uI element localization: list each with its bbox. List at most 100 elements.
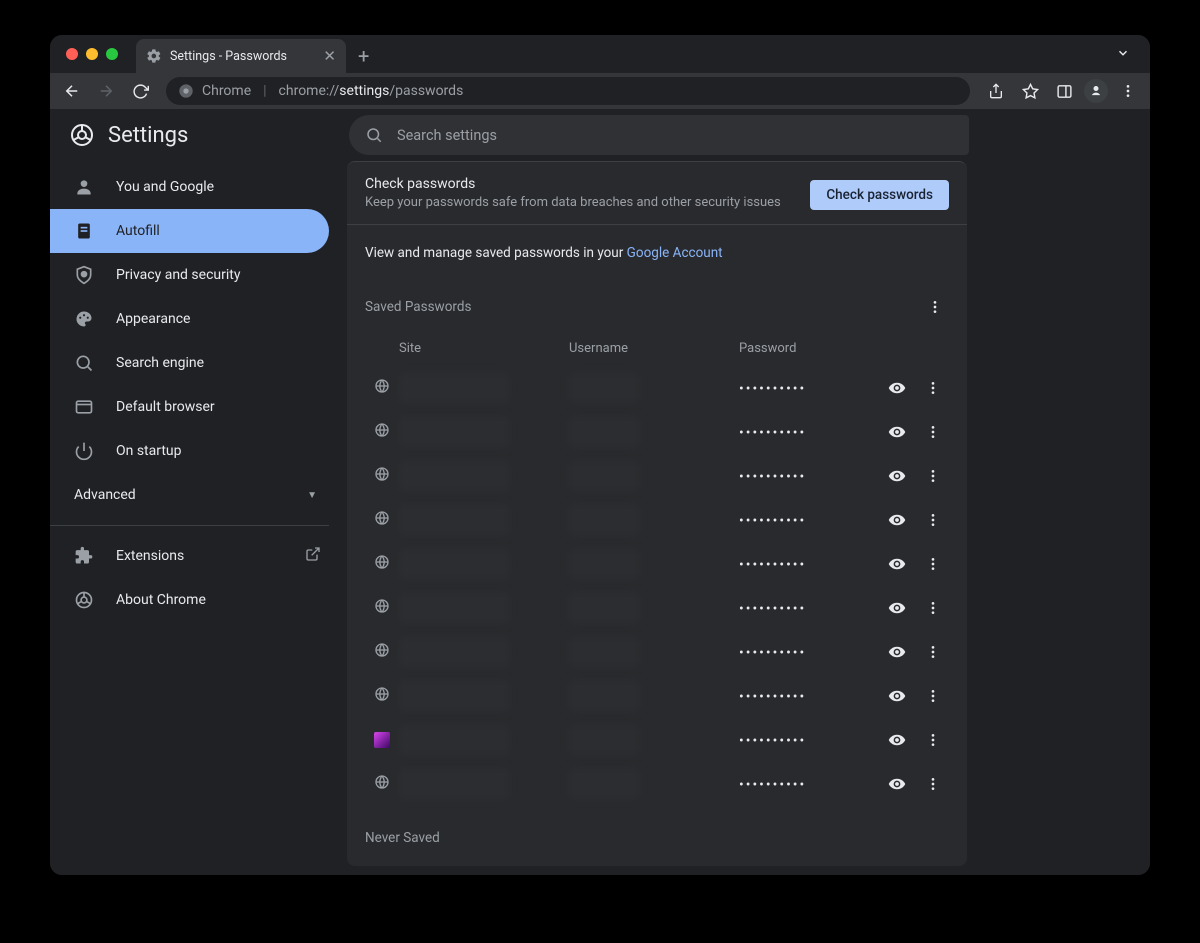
profile-avatar[interactable] (1084, 79, 1108, 103)
show-password-button[interactable] (881, 724, 913, 756)
minimize-window-button[interactable] (86, 48, 98, 60)
password-masked: •••••••••• (739, 423, 881, 441)
password-row-more-button[interactable] (917, 372, 949, 404)
forward-button[interactable] (92, 77, 120, 105)
app-header: Settings (50, 109, 347, 161)
browser-icon (74, 397, 94, 417)
password-site (399, 417, 569, 447)
globe-icon (374, 686, 390, 706)
advanced-toggle[interactable]: Advanced ▼ (50, 473, 347, 517)
password-row[interactable]: •••••••••• (347, 674, 967, 718)
address-bar[interactable]: Chrome | chrome://settings/passwords (166, 77, 970, 105)
sidebar-item-label: Extensions (116, 548, 184, 564)
password-site (399, 593, 569, 623)
globe-icon (374, 774, 390, 794)
search-icon (74, 353, 94, 373)
share-button[interactable] (982, 77, 1010, 105)
password-row-more-button[interactable] (917, 504, 949, 536)
password-username (569, 505, 739, 535)
show-password-button[interactable] (881, 548, 913, 580)
new-tab-button[interactable]: + (346, 39, 381, 73)
tab-strip: Settings - Passwords ✕ + (136, 35, 381, 73)
maximize-window-button[interactable] (106, 48, 118, 60)
site-favicon (374, 732, 390, 748)
password-username (569, 373, 739, 403)
password-row-more-button[interactable] (917, 768, 949, 800)
main-column: Check passwords Keep your passwords safe… (347, 109, 1150, 875)
palette-icon (74, 309, 94, 329)
globe-icon (374, 642, 390, 662)
password-row-more-button[interactable] (917, 548, 949, 580)
show-password-button[interactable] (881, 636, 913, 668)
search-settings-box[interactable] (349, 115, 969, 155)
close-window-button[interactable] (66, 48, 78, 60)
autofill-icon (74, 221, 94, 241)
back-button[interactable] (58, 77, 86, 105)
sidebar-item-label: About Chrome (116, 592, 206, 608)
password-row-more-button[interactable] (917, 592, 949, 624)
password-row-more-button[interactable] (917, 636, 949, 668)
tabs-dropdown-button[interactable] (1106, 45, 1140, 64)
password-row-more-button[interactable] (917, 724, 949, 756)
password-masked: •••••••••• (739, 599, 881, 617)
password-row[interactable]: •••••••••• (347, 542, 967, 586)
password-row[interactable]: •••••••••• (347, 454, 967, 498)
show-password-button[interactable] (881, 592, 913, 624)
password-row[interactable]: •••••••••• (347, 366, 967, 410)
password-row-more-button[interactable] (917, 680, 949, 712)
reload-button[interactable] (126, 77, 154, 105)
browser-menu-button[interactable] (1114, 77, 1142, 105)
page-title: Settings (108, 123, 188, 148)
password-username (569, 417, 739, 447)
password-site (399, 725, 569, 755)
sidebar-item-default-browser[interactable]: Default browser (50, 385, 329, 429)
password-masked: •••••••••• (739, 379, 881, 397)
password-username (569, 461, 739, 491)
close-tab-icon[interactable]: ✕ (323, 47, 336, 65)
password-row[interactable]: •••••••••• (347, 762, 967, 806)
main-scroll[interactable]: Check passwords Keep your passwords safe… (347, 161, 1150, 875)
tab-title: Settings - Passwords (170, 49, 287, 64)
check-passwords-row: Check passwords Keep your passwords safe… (347, 162, 967, 225)
bookmark-button[interactable] (1016, 77, 1044, 105)
sidebar-item-autofill[interactable]: Autofill (50, 209, 329, 253)
nav-list: You and Google AutofillPrivacy and securi… (50, 161, 347, 473)
sidebar-item-privacy-and-security[interactable]: Privacy and security (50, 253, 329, 297)
globe-icon (374, 378, 390, 398)
sidebar-item-appearance[interactable]: Appearance (50, 297, 329, 341)
sidebar-item-you-and-google[interactable]: You and Google (50, 165, 329, 209)
sidebar-item-extensions[interactable]: Extensions (50, 534, 329, 578)
password-site (399, 681, 569, 711)
show-password-button[interactable] (881, 416, 913, 448)
globe-icon (374, 598, 390, 618)
show-password-button[interactable] (881, 768, 913, 800)
browser-window: Settings - Passwords ✕ + Chrome | chrome… (50, 35, 1150, 875)
show-password-button[interactable] (881, 680, 913, 712)
side-panel-button[interactable] (1050, 77, 1078, 105)
password-row-more-button[interactable] (917, 460, 949, 492)
power-icon (74, 441, 94, 461)
show-password-button[interactable] (881, 504, 913, 536)
password-masked: •••••••••• (739, 467, 881, 485)
sidebar-item-on-startup[interactable]: On startup (50, 429, 329, 473)
password-row-more-button[interactable] (917, 416, 949, 448)
browser-tab[interactable]: Settings - Passwords ✕ (136, 39, 346, 73)
password-row[interactable]: •••••••••• (347, 630, 967, 674)
sidebar-item-about-chrome[interactable]: About Chrome (50, 578, 329, 622)
show-password-button[interactable] (881, 372, 913, 404)
avatar-icon (1086, 81, 1106, 101)
password-row[interactable]: •••••••••• (347, 498, 967, 542)
password-row[interactable]: •••••••••• (347, 410, 967, 454)
saved-passwords-more-button[interactable] (921, 293, 949, 321)
sidebar-item-label: You and Google (116, 179, 214, 195)
sidebar-item-label: Appearance (116, 311, 190, 327)
google-account-link[interactable]: Google Account (627, 245, 723, 261)
check-passwords-title: Check passwords (365, 176, 810, 192)
content-area: Settings You and Google AutofillPrivacy a… (50, 109, 1150, 875)
password-row[interactable]: •••••••••• (347, 718, 967, 762)
check-passwords-button[interactable]: Check passwords (810, 180, 949, 210)
show-password-button[interactable] (881, 460, 913, 492)
sidebar-item-search-engine[interactable]: Search engine (50, 341, 329, 385)
search-settings-input[interactable] (397, 127, 953, 144)
password-row[interactable]: •••••••••• (347, 586, 967, 630)
